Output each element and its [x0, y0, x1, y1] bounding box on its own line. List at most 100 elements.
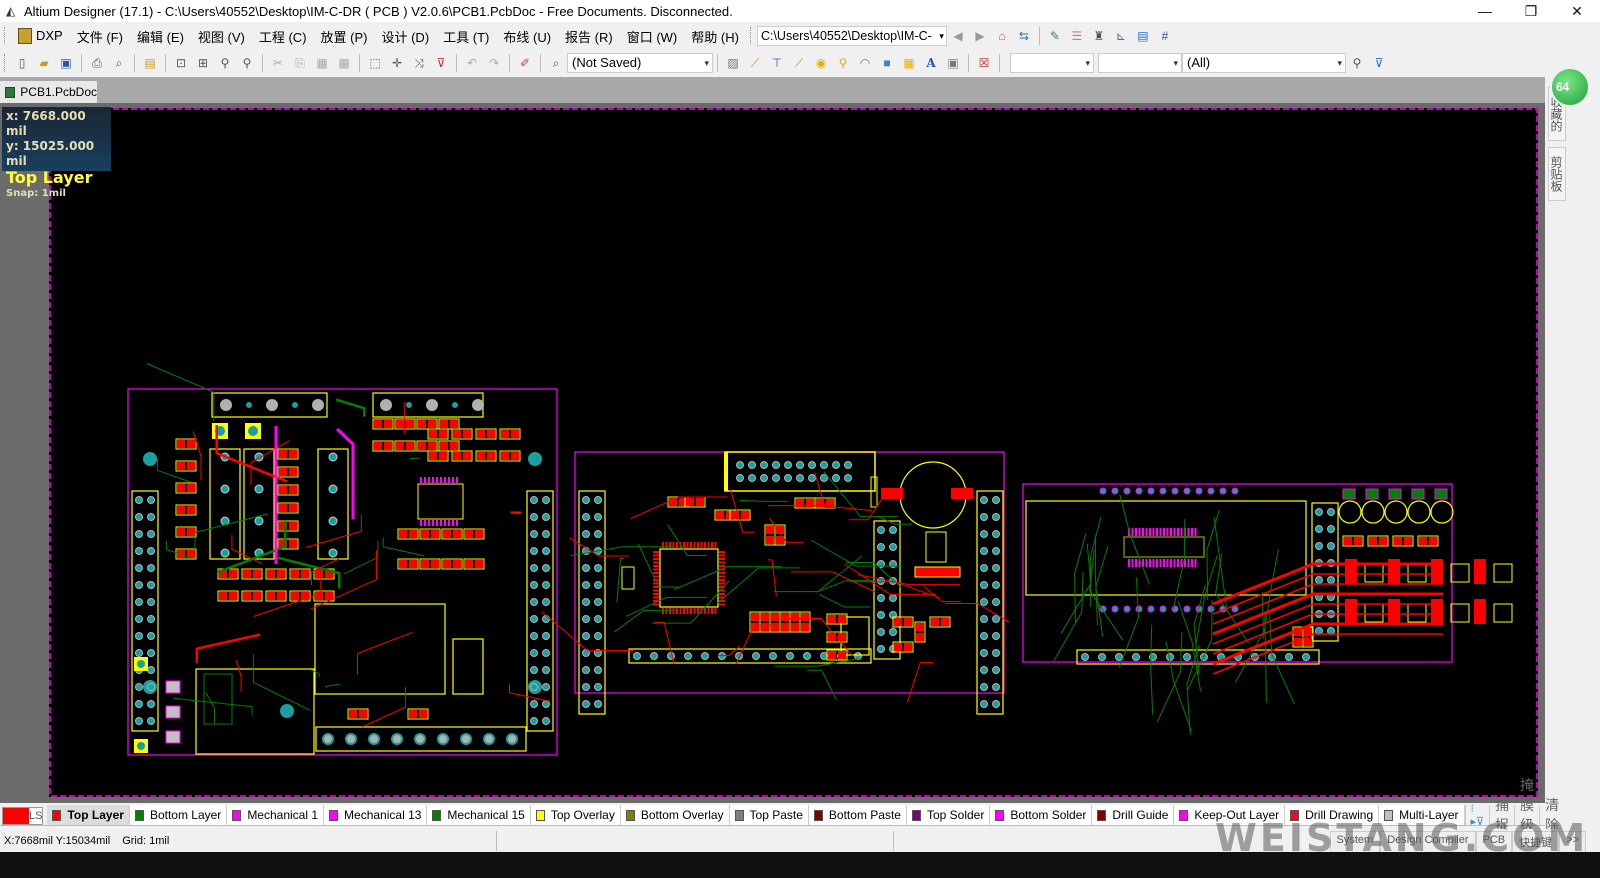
find-icon[interactable]: ♜: [1090, 27, 1108, 45]
rubber-stamp-icon[interactable]: ▩: [335, 54, 353, 72]
copy-icon[interactable]: ⎘: [291, 54, 309, 72]
layer-tab-bottom-solder[interactable]: Bottom Solder: [990, 805, 1093, 825]
menu-edit[interactable]: 编辑 (E): [130, 27, 191, 46]
zoom-area-icon[interactable]: ⊞: [194, 54, 212, 72]
diff-pair-routing-icon[interactable]: ⟋: [746, 54, 764, 72]
toolbar-grip[interactable]: [4, 27, 7, 45]
cut-icon[interactable]: ✂: [269, 54, 287, 72]
refresh-doc-icon[interactable]: ⇆: [1015, 27, 1033, 45]
zoom-selected-icon[interactable]: ⚲: [216, 54, 234, 72]
layer-tab-mechanical-13[interactable]: Mechanical 13: [324, 805, 428, 825]
panel-system-button[interactable]: System: [1329, 831, 1381, 853]
menu-route[interactable]: 布线 (U): [496, 27, 558, 46]
panel-shortcuts-button[interactable]: 快捷键: [1512, 831, 1560, 853]
move-icon[interactable]: ✛: [388, 54, 406, 72]
config-combo[interactable]: (Not Saved): [567, 53, 713, 73]
apply-filter-icon[interactable]: ⚲: [1348, 54, 1366, 72]
menu-tools[interactable]: 工具 (T): [436, 27, 496, 46]
grid-icon[interactable]: #: [1156, 27, 1174, 45]
filter-combo-1[interactable]: [1010, 53, 1094, 73]
back-icon[interactable]: ◀: [949, 27, 967, 45]
pad-icon[interactable]: ◉: [812, 54, 830, 72]
select-area-icon[interactable]: ⬚: [366, 54, 384, 72]
layer-nav-icon[interactable]: ⁝▸⊽: [1464, 803, 1490, 828]
layer-tab-top-paste[interactable]: Top Paste: [729, 805, 809, 825]
keepout-icon[interactable]: ☒: [975, 54, 993, 72]
cross-probe-icon[interactable]: ✐: [516, 54, 534, 72]
undo-icon[interactable]: ↶: [463, 54, 481, 72]
room-icon[interactable]: ▤: [1134, 27, 1152, 45]
forward-icon[interactable]: ▶: [971, 27, 989, 45]
panel-more-button[interactable]: >>: [1559, 831, 1586, 853]
via-icon[interactable]: ⚲: [834, 54, 852, 72]
filter-combo-3[interactable]: (All): [1182, 53, 1346, 73]
interactive-routing-icon[interactable]: ▨: [724, 54, 742, 72]
notification-badge[interactable]: 64: [1550, 67, 1590, 107]
toolbar-grip[interactable]: [749, 27, 753, 45]
save-icon[interactable]: ▣: [57, 54, 75, 72]
multi-routing-icon[interactable]: ⊤: [768, 54, 786, 72]
menu-place[interactable]: 放置 (P): [314, 27, 375, 46]
minimize-button[interactable]: —: [1462, 0, 1508, 22]
panel-tab-clipboard[interactable]: 剪贴板: [1548, 147, 1566, 201]
menu-help[interactable]: 帮助 (H): [684, 27, 746, 46]
paste-icon[interactable]: ▦: [313, 54, 331, 72]
layer-tab-bottom-layer[interactable]: Bottom Layer: [129, 805, 228, 825]
measure-icon[interactable]: ⊾: [1112, 27, 1130, 45]
layer-tab-keep-out-layer[interactable]: Keep-Out Layer: [1174, 805, 1286, 825]
filter-combo-2[interactable]: [1098, 53, 1182, 73]
clear-button[interactable]: 清除: [1539, 797, 1565, 833]
select-tools-icon[interactable]: ✎: [1046, 27, 1064, 45]
document-path-combo[interactable]: C:\Users\40552\Desktop\IM-C-: [756, 26, 947, 46]
ic-pin: [440, 477, 442, 484]
clear-filter-icon[interactable]: ⊽: [432, 54, 450, 72]
restore-button[interactable]: ❐: [1508, 0, 1554, 22]
layer-tab-drill-drawing[interactable]: Drill Drawing: [1285, 805, 1380, 825]
menu-project[interactable]: 工程 (C): [252, 27, 314, 46]
print-icon[interactable]: ⎙: [88, 54, 106, 72]
layer-tab-mechanical-15[interactable]: Mechanical 15: [427, 805, 531, 825]
fill-icon[interactable]: ■: [878, 54, 896, 72]
panel-design-compiler-button[interactable]: Design Compiler: [1380, 831, 1476, 853]
current-layer-set-button[interactable]: LS: [2, 807, 44, 825]
panel-pcb-button[interactable]: PCB: [1475, 831, 1513, 853]
layer-tab-multi-layer[interactable]: Multi-Layer: [1379, 805, 1465, 825]
string-icon[interactable]: A: [922, 54, 940, 72]
layer-tab-bottom-paste[interactable]: Bottom Paste: [808, 805, 907, 825]
layer-tab-top-overlay[interactable]: Top Overlay: [530, 805, 621, 825]
close-button[interactable]: ✕: [1554, 0, 1600, 22]
deselect-icon[interactable]: ⤨: [410, 54, 428, 72]
browse-component-icon[interactable]: ⌕: [547, 54, 565, 72]
layer-tab-drill-guide[interactable]: Drill Guide: [1092, 805, 1175, 825]
layer-tab-top-layer[interactable]: Top Layer: [47, 805, 130, 825]
toolbar-grip[interactable]: [4, 54, 7, 72]
open-icon[interactable]: ▰: [35, 54, 53, 72]
layer-tab-top-solder[interactable]: Top Solder: [906, 805, 991, 825]
menu-dxp[interactable]: DXP: [11, 28, 70, 45]
polygon-icon[interactable]: ▦: [900, 54, 918, 72]
align-tools-icon[interactable]: ☰: [1068, 27, 1086, 45]
snap-button[interactable]: 捕捉: [1489, 797, 1515, 833]
pcb-canvas[interactable]: [49, 108, 1538, 797]
menu-window[interactable]: 窗口 (W): [620, 27, 685, 46]
component-icon[interactable]: ▣: [944, 54, 962, 72]
mask-level-button[interactable]: 掩膜级别: [1514, 777, 1540, 853]
home-icon[interactable]: ⌂: [993, 27, 1011, 45]
menu-reports[interactable]: 报告 (R): [558, 27, 620, 46]
menu-design[interactable]: 设计 (D): [374, 27, 436, 46]
layer-tab-mechanical-1[interactable]: Mechanical 1: [227, 805, 325, 825]
redo-icon[interactable]: ↷: [485, 54, 503, 72]
arc-icon[interactable]: ◠: [856, 54, 874, 72]
menu-view[interactable]: 视图 (V): [191, 27, 252, 46]
clear-mask-icon[interactable]: ⊽: [1370, 54, 1388, 72]
print-preview-icon[interactable]: ⌕: [110, 54, 128, 72]
open-device-icon[interactable]: ▤: [141, 54, 159, 72]
zoom-filtered-icon[interactable]: ⚲: [238, 54, 256, 72]
smd-pad: [428, 442, 436, 450]
track-icon[interactable]: ⟋: [790, 54, 808, 72]
layer-tab-bottom-overlay[interactable]: Bottom Overlay: [620, 805, 730, 825]
zoom-fit-icon[interactable]: ⊡: [172, 54, 190, 72]
new-icon[interactable]: ▯: [13, 54, 31, 72]
tab-pcb1-pcbdoc[interactable]: PCB1.PcbDoc: [0, 81, 97, 103]
menu-file[interactable]: 文件 (F): [70, 27, 130, 46]
